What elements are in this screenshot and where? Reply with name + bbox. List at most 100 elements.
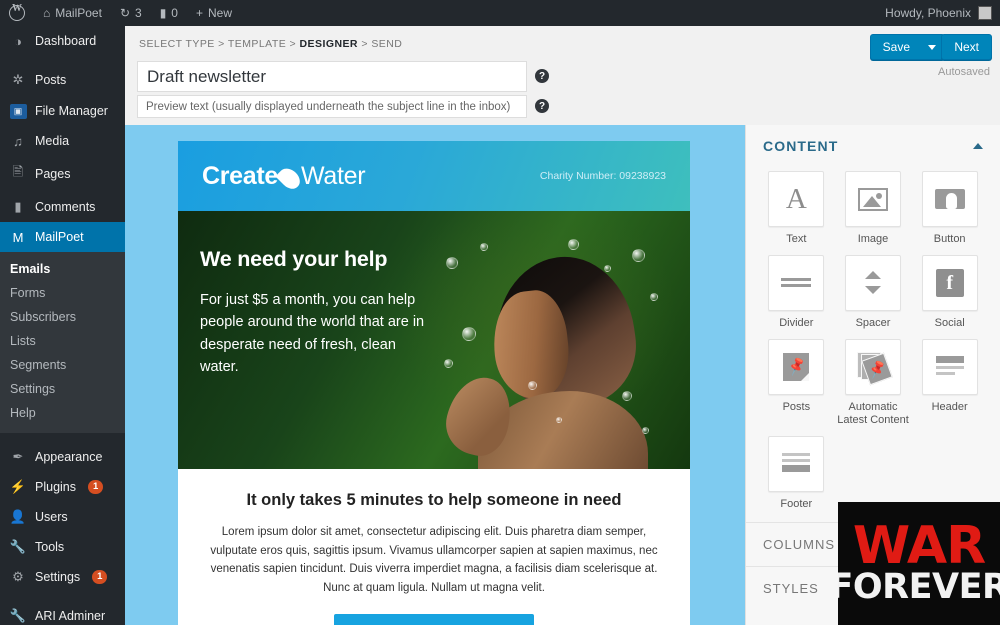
wrench-icon: 🔧: [9, 539, 27, 555]
designer-toolbar: SELECT TYPE > TEMPLATE > DESIGNER > SEND…: [125, 26, 1000, 125]
pin-icon: ✲: [9, 72, 27, 88]
autosaved-status: Autosaved: [938, 66, 990, 78]
save-button[interactable]: Save: [870, 34, 945, 60]
content-panel-header[interactable]: CONTENT: [746, 125, 1000, 165]
widget-label: Image: [858, 233, 889, 247]
breadcrumb-step-designer[interactable]: DESIGNER: [300, 38, 358, 50]
howdy-label: Howdy, Phoenix: [885, 6, 971, 20]
widget-header[interactable]: Header: [911, 335, 988, 431]
facebook-icon: f: [922, 255, 978, 311]
sidebar-item-media[interactable]: ♫ Media: [0, 126, 125, 156]
cta-button[interactable]: [334, 614, 534, 625]
wordpress-logo-icon: [9, 5, 25, 21]
user-icon: 👤: [9, 509, 27, 525]
sidebar-item-ari-adminer[interactable]: 🔧 ARI Adminer: [0, 601, 125, 625]
widget-posts[interactable]: 📌 Posts: [758, 335, 835, 431]
submenu-item-segments[interactable]: Segments: [0, 353, 125, 377]
email-header-block[interactable]: Create Water Charity Number: 09238923: [178, 141, 690, 211]
breadcrumb-step-select-type[interactable]: SELECT TYPE: [139, 38, 215, 50]
preview-help-icon[interactable]: ?: [535, 99, 549, 113]
panel-title: CONTENT: [763, 138, 838, 154]
war-overlay-line2: FOREVER: [838, 571, 1000, 604]
sidebar-item-dashboard[interactable]: ◑ Dashboard: [0, 26, 125, 56]
water-drop-icon: [275, 164, 303, 192]
sidebar-label: Posts: [35, 73, 66, 87]
sidebar-label: Tools: [35, 540, 64, 554]
widget-divider[interactable]: Divider: [758, 251, 835, 333]
submenu-item-subscribers[interactable]: Subscribers: [0, 305, 125, 329]
submenu-item-settings[interactable]: Settings: [0, 377, 125, 401]
sidebar-item-posts[interactable]: ✲ Posts: [0, 65, 125, 95]
email-canvas[interactable]: Create Water Charity Number: 09238923: [125, 125, 745, 625]
sidebar-item-comments[interactable]: ▮ Comments: [0, 192, 125, 222]
widget-footer[interactable]: Footer: [758, 432, 835, 514]
widget-button[interactable]: Button: [911, 167, 988, 249]
home-icon: ⌂: [43, 7, 50, 19]
new-content-menu[interactable]: + New: [187, 0, 241, 26]
comment-icon: ▮: [160, 7, 167, 19]
breadcrumb-step-send[interactable]: SEND: [371, 38, 402, 50]
sidebar-divider: [0, 433, 125, 442]
submenu-item-forms[interactable]: Forms: [0, 281, 125, 305]
submenu-item-lists[interactable]: Lists: [0, 329, 125, 353]
email-hero-block[interactable]: We need your help For just $5 a month, y…: [178, 211, 690, 469]
avatar: [978, 6, 992, 20]
subject-input[interactable]: [137, 61, 527, 92]
sidebar-label: Dashboard: [35, 34, 96, 48]
divider-icon: [768, 255, 824, 311]
footer-icon: [768, 436, 824, 492]
charity-number: Charity Number: 09238923: [540, 170, 666, 182]
plug-icon: ⚡: [9, 479, 27, 495]
sidebar-item-appearance[interactable]: ✒ Appearance: [0, 442, 125, 472]
sidebar-divider: [0, 56, 125, 65]
widget-spacer[interactable]: Spacer: [835, 251, 912, 333]
updates-menu[interactable]: ↻ 3: [111, 0, 151, 26]
sidebar-item-mailpoet[interactable]: M MailPoet: [0, 222, 125, 252]
brush-icon: ✒: [9, 449, 27, 465]
sidebar-item-tools[interactable]: 🔧 Tools: [0, 532, 125, 562]
section-heading: It only takes 5 minutes to help someone …: [200, 491, 668, 510]
widget-image[interactable]: Image: [835, 167, 912, 249]
posts-icon: 📌: [768, 339, 824, 395]
next-button[interactable]: Next: [941, 34, 992, 60]
wrench-icon: 🔧: [9, 608, 27, 624]
admin-sidebar: ◑ Dashboard ✲ Posts ▣ File Manager ♫ Med…: [0, 26, 125, 625]
widget-label: Footer: [780, 498, 812, 512]
sidebar-item-file-manager[interactable]: ▣ File Manager: [0, 95, 125, 126]
email-text-block[interactable]: It only takes 5 minutes to help someone …: [178, 469, 690, 625]
site-name-menu[interactable]: ⌂ MailPoet: [34, 0, 111, 26]
submenu-item-help[interactable]: Help: [0, 401, 125, 425]
pages-icon: 🖹: [9, 163, 27, 185]
war-overlay-line1: WAR: [853, 523, 985, 571]
sidebar-item-plugins[interactable]: ⚡ Plugins 1: [0, 472, 125, 502]
sidebar-item-pages[interactable]: 🖹 Pages: [0, 156, 125, 192]
mailpoet-icon: M: [9, 230, 27, 245]
sidebar-item-settings[interactable]: ⚙ Settings 1: [0, 562, 125, 592]
sidebar-label: Pages: [35, 167, 70, 181]
sidebar-label: Appearance: [35, 450, 102, 464]
widget-automatic-latest-content[interactable]: 📌 Automatic Latest Content: [835, 335, 912, 431]
subject-help-icon[interactable]: ?: [535, 69, 549, 83]
section-body: Lorem ipsum dolor sit amet, consectetur …: [200, 523, 668, 598]
email-preview: Create Water Charity Number: 09238923: [178, 141, 690, 625]
sidebar-item-users[interactable]: 👤 Users: [0, 502, 125, 532]
wordpress-logo-menu[interactable]: [0, 0, 34, 26]
war-forever-overlay: WAR FOREVER: [838, 502, 1000, 625]
plus-icon: +: [196, 7, 203, 19]
header-icon: [922, 339, 978, 395]
file-manager-icon: ▣: [9, 102, 27, 119]
breadcrumb-step-template[interactable]: TEMPLATE: [228, 38, 286, 50]
account-menu[interactable]: Howdy, Phoenix: [885, 6, 1000, 20]
widget-label: Social: [935, 317, 965, 331]
spacer-icon: [845, 255, 901, 311]
widget-social[interactable]: f Social: [911, 251, 988, 333]
chevron-down-icon[interactable]: [928, 45, 936, 50]
sidebar-label: ARI Adminer: [35, 609, 105, 623]
chevron-up-icon[interactable]: [973, 143, 983, 149]
widget-text[interactable]: A Text: [758, 167, 835, 249]
submenu-item-emails[interactable]: Emails: [0, 257, 125, 281]
preview-text-input[interactable]: [137, 95, 527, 118]
widget-grid: A Text Image Button Divider Spacer: [746, 165, 1000, 514]
dashboard-icon: ◑: [9, 34, 27, 49]
comments-menu[interactable]: ▮ 0: [151, 0, 187, 26]
